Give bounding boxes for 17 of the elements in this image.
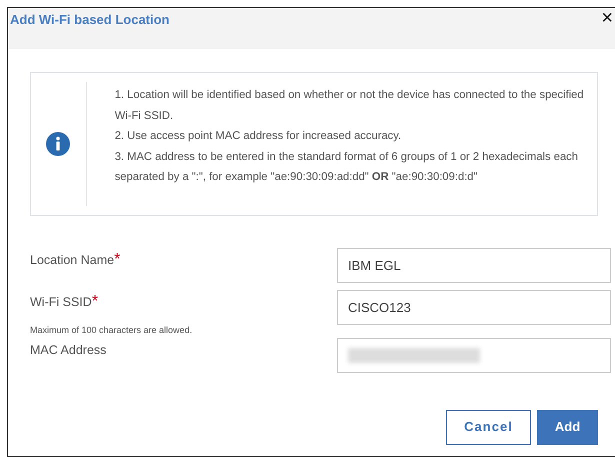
- field-label: Wi-Fi SSID: [30, 295, 92, 309]
- required-mark: *: [114, 251, 120, 268]
- field-label: Location Name: [30, 253, 114, 267]
- info-note: 3. MAC address to be entered in the standard format of 6 groups of 1 or 2 hexadecimals each separated by a ":", for example "ae:90:30:09:ad:dd" OR "ae:90:30:09:d:d": [114, 150, 579, 185]
- add-button[interactable]: Add: [537, 410, 598, 444]
- required-mark: *: [92, 293, 98, 310]
- mac-address-field[interactable]: [337, 338, 611, 372]
- cancel-button[interactable]: Cancel: [446, 410, 531, 444]
- field-label: MAC Address: [30, 342, 106, 356]
- text-field[interactable]: CISCO123: [337, 290, 611, 325]
- field-hint: Maximum of 100 characters are allowed.: [30, 324, 194, 337]
- close-button[interactable]: ×: [600, 8, 614, 28]
- info-icon: [46, 132, 70, 156]
- dialog-title: Add Wi-Fi based Location: [10, 11, 170, 29]
- text-field[interactable]: IBM EGL: [337, 248, 611, 283]
- info-note: 1. Location will be identified based on whether or not the device has connected to the specified Wi-Fi SSID.: [114, 88, 585, 124]
- info-note: 2. Use access point MAC address for increased accuracy.: [114, 129, 402, 144]
